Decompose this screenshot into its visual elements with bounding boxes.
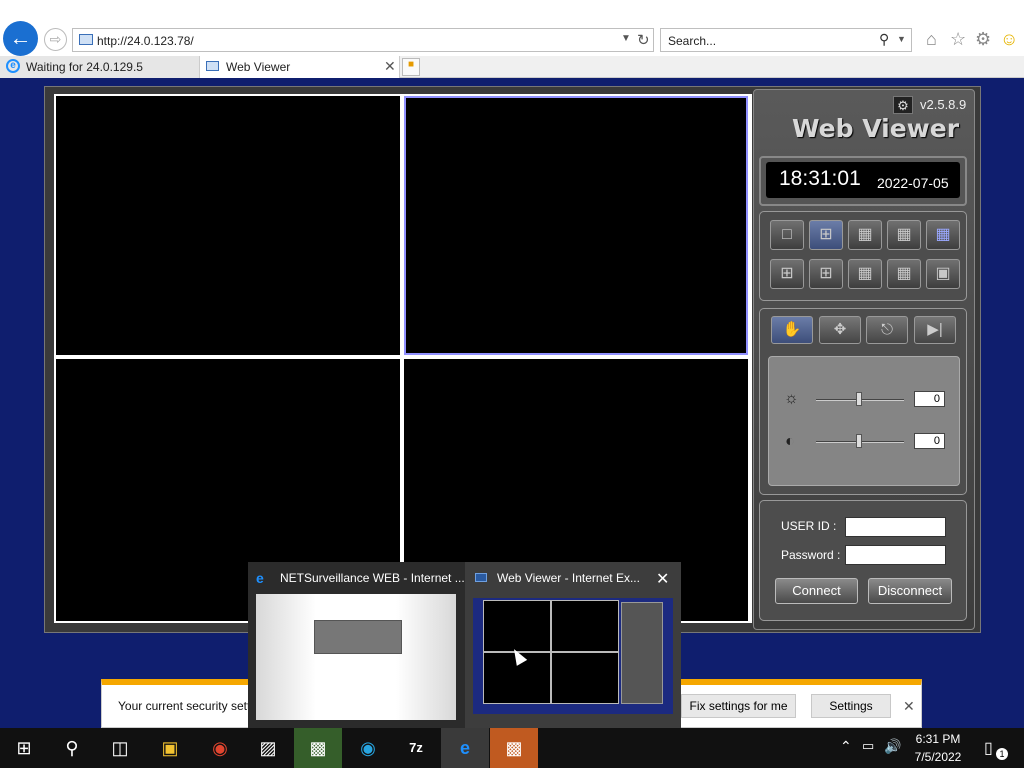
tab-label: Waiting for 24.0.129.5 <box>26 60 143 74</box>
thumbnail-title: NETSurveillance WEB - Internet ... <box>280 571 465 585</box>
gear-icon[interactable]: ⚙ <box>893 96 913 114</box>
alarm-bell-icon[interactable]: ⎋ <box>866 316 908 344</box>
tab-web-viewer[interactable]: Web Viewer ✕ <box>200 56 400 78</box>
hand-icon[interactable]: ✋ <box>771 316 813 344</box>
network-app-icon[interactable]: ▩ <box>294 728 342 768</box>
move-icon[interactable]: ✥ <box>819 316 861 344</box>
fix-settings-button[interactable]: Fix settings for me <box>681 694 796 718</box>
web-viewer-app-icon[interactable]: ▩ <box>490 728 538 768</box>
password-label: Password : <box>781 548 841 562</box>
close-icon[interactable]: ✕ <box>656 569 669 589</box>
back-button[interactable]: ← <box>3 21 38 56</box>
chevron-down-icon[interactable]: ▼ <box>897 34 906 44</box>
smiley-feedback-icon[interactable]: ☺ <box>1000 29 1018 50</box>
gear-icon[interactable]: ⚙ <box>975 29 991 50</box>
layout-16-button[interactable]: ▦ <box>887 220 921 250</box>
chevron-up-icon[interactable]: ⌃ <box>840 738 852 755</box>
contrast-icon: ◐ <box>785 433 795 450</box>
layout-25-button[interactable]: ▦ <box>926 220 960 250</box>
page-icon <box>475 573 487 582</box>
user-id-input[interactable] <box>845 517 946 537</box>
image-adjust-panel <box>768 356 960 486</box>
page-icon <box>206 61 219 71</box>
layout-8-button[interactable]: ⊞ <box>809 259 843 289</box>
close-icon[interactable]: ✕ <box>903 698 915 715</box>
brightness-value[interactable]: 0 <box>914 391 945 407</box>
favorites-star-icon[interactable]: ☆ <box>950 29 966 50</box>
tray-time[interactable]: 6:31 PM <box>906 732 970 746</box>
layout-1-button[interactable]: □ <box>770 220 804 250</box>
password-input[interactable] <box>845 545 946 565</box>
thumbnail-login-card <box>314 620 402 654</box>
chrome-icon[interactable]: ◉ <box>196 728 244 768</box>
chevron-down-icon[interactable]: ▼ <box>621 33 631 44</box>
skip-next-icon[interactable]: ▶| <box>914 316 956 344</box>
home-icon[interactable]: ⌂ <box>926 29 937 50</box>
connect-button[interactable]: Connect <box>775 578 858 604</box>
clock-time: 18:31:01 <box>779 167 861 190</box>
notification-count: 1 <box>996 748 1008 760</box>
layout-36-button[interactable]: ▦ <box>887 259 921 289</box>
search-placeholder[interactable]: Search... <box>668 34 716 48</box>
settings-button[interactable]: Settings <box>811 694 891 718</box>
volume-icon[interactable]: 🔊 <box>884 738 901 755</box>
layout-6-button[interactable]: ⊞ <box>770 259 804 289</box>
notification-icon[interactable]: ▯ <box>984 738 993 758</box>
search-icon[interactable]: ⚲ <box>879 31 889 48</box>
brightness-icon: ☼ <box>784 390 799 407</box>
url-text[interactable]: http://24.0.123.78/ <box>97 34 194 48</box>
video-channel-1[interactable] <box>56 96 400 355</box>
tab-waiting[interactable]: e Waiting for 24.0.129.5 <box>0 56 200 78</box>
thumbnail-panel <box>621 602 663 704</box>
search-icon[interactable]: ⚲ <box>48 728 96 768</box>
task-view-icon[interactable]: ◫ <box>96 728 144 768</box>
contrast-value[interactable]: 0 <box>914 433 945 449</box>
contrast-slider-knob[interactable] <box>856 434 862 448</box>
thumbnail-preview <box>256 594 456 720</box>
user-id-label: USER ID : <box>781 519 837 533</box>
layout-4-button[interactable]: ⊞ <box>809 220 843 250</box>
brightness-slider-knob[interactable] <box>856 392 862 406</box>
tray-date[interactable]: 7/5/2022 <box>906 750 970 764</box>
start-icon[interactable]: ⊞ <box>0 728 48 768</box>
thumbnail-divider <box>483 651 619 653</box>
video-channel-2[interactable] <box>404 96 748 355</box>
viewer-title: Web Viewer <box>792 114 960 143</box>
version-label: v2.5.8.9 <box>920 97 967 112</box>
network-icon[interactable]: ▭ <box>862 738 874 754</box>
info-bar-message: Your current security sett <box>118 699 251 713</box>
search-box[interactable]: Search... ⚲ ▼ <box>660 28 912 52</box>
terminal-icon[interactable]: ▨ <box>244 728 292 768</box>
close-icon[interactable]: ✕ <box>384 58 396 75</box>
browser-address-row: ← ⇨ http://24.0.123.78/ ▼ ↻ Search... ⚲ … <box>0 0 1024 56</box>
address-bar[interactable]: http://24.0.123.78/ ▼ ↻ <box>72 28 654 52</box>
fullscreen-button[interactable]: ▣ <box>926 259 960 289</box>
tab-strip: e Waiting for 24.0.129.5 Web Viewer ✕ ■ <box>0 56 1024 78</box>
refresh-icon[interactable]: ↻ <box>637 31 650 49</box>
tab-label: Web Viewer <box>226 60 291 74</box>
file-explorer-icon[interactable]: ▣ <box>146 728 194 768</box>
disconnect-button[interactable]: Disconnect <box>868 578 952 604</box>
7zip-icon[interactable]: 7z <box>392 728 440 768</box>
internet-explorer-icon: e <box>256 570 264 586</box>
page-icon <box>79 34 93 45</box>
edge-icon[interactable]: ◉ <box>344 728 392 768</box>
thumbnail-title: Web Viewer - Internet Ex... <box>497 571 640 585</box>
internet-explorer-icon: e <box>6 59 20 73</box>
clock-date: 2022-07-05 <box>877 175 949 191</box>
layout-13-button[interactable]: ▦ <box>848 259 882 289</box>
forward-button[interactable]: ⇨ <box>44 28 67 51</box>
layout-9-button[interactable]: ▦ <box>848 220 882 250</box>
new-tab-button[interactable]: ■ <box>402 58 420 76</box>
internet-explorer-icon[interactable]: e <box>441 728 489 768</box>
